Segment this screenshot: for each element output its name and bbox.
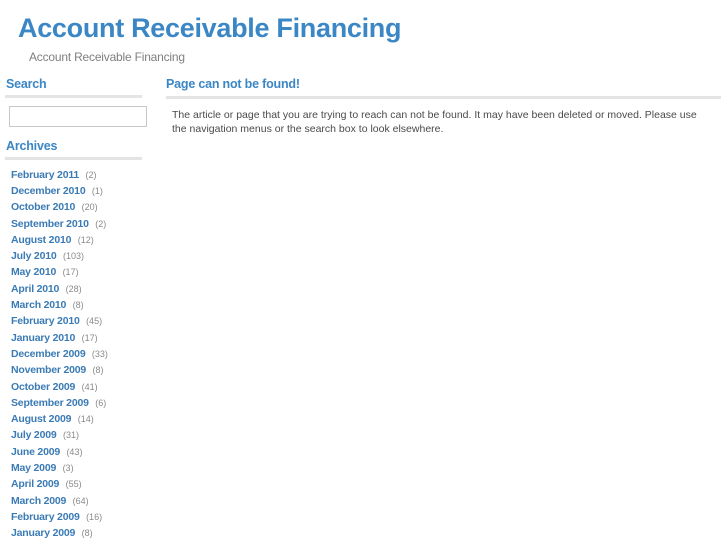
archive-link[interactable]: November 2009 [11,364,86,376]
archive-link[interactable]: May 2009 [11,462,56,474]
list-item: August 2009 (14) [3,412,150,425]
list-item: October 2010 (20) [3,200,150,213]
list-item: December 2010 (1) [3,184,150,197]
list-item: September 2010 (2) [3,217,150,230]
archive-count: (8) [72,300,84,311]
page-title: Page can not be found! [166,76,300,91]
search-input[interactable] [9,105,147,127]
main-columns: Search Archives February 2011 (2) Decembe… [0,77,727,545]
site-header: Account Receivable Financing Account Rec… [0,0,727,64]
list-item: June 2009 (43) [3,445,150,458]
archive-link[interactable]: January 2009 [11,527,75,539]
archive-count: (17) [62,267,79,278]
archive-link[interactable]: October 2009 [11,381,75,393]
list-item: May 2010 (17) [3,265,150,278]
content-body-text: The article or page that you are trying … [172,108,697,135]
archive-link[interactable]: February 2011 [11,169,79,181]
page-root: Account Receivable Financing Account Rec… [0,0,727,545]
list-item: July 2009 (31) [3,428,150,441]
archive-count: (28) [65,283,82,294]
list-item: March 2009 (64) [3,494,150,507]
archive-count: (41) [81,381,98,392]
list-item: April 2010 (28) [3,282,150,295]
site-title: Account Receivable Financing [18,13,402,43]
list-item: February 2011 (2) [3,168,150,181]
archive-link[interactable]: March 2009 [11,495,66,507]
content-area: Page can not be found! The article or pa… [150,77,727,136]
archive-link[interactable]: February 2009 [11,511,80,523]
list-item: October 2009 (41) [3,380,150,393]
archive-count: (20) [81,202,98,213]
archives-widget-title: Archives [6,138,58,153]
archive-link[interactable]: December 2009 [11,348,86,360]
archive-count: (8) [81,528,93,539]
list-item: September 2009 (6) [3,396,150,409]
archive-link[interactable]: April 2010 [11,283,59,295]
list-item: January 2009 (8) [3,526,150,539]
archive-count: (64) [72,495,89,506]
archive-link[interactable]: February 2010 [11,315,80,327]
archive-count: (1) [91,185,103,196]
archives-widget: Archives February 2011 (2) December 2010 … [3,139,150,545]
list-item: February 2009 (16) [3,510,150,523]
list-item: November 2009 (8) [3,363,150,376]
archive-count: (6) [95,397,107,408]
archive-count: (17) [81,332,98,343]
archive-count: (43) [66,446,83,457]
archive-link[interactable]: August 2010 [11,234,71,246]
archive-count: (14) [77,414,94,425]
archive-link[interactable]: September 2010 [11,218,89,230]
archive-count: (45) [86,316,103,327]
list-item: August 2010 (12) [3,233,150,246]
archive-count: (16) [86,511,103,522]
list-item: January 2010 (17) [3,331,150,344]
archive-count: (103) [62,251,84,262]
archive-link[interactable]: August 2009 [11,413,71,425]
archive-count: (8) [92,365,104,376]
archive-link[interactable]: September 2009 [11,397,89,409]
search-form [3,98,150,127]
search-widget: Search [3,77,150,127]
archive-link[interactable]: July 2009 [11,429,57,441]
list-item: December 2009 (33) [3,347,150,360]
list-item: February 2010 (45) [3,314,150,327]
archive-link[interactable]: December 2010 [11,185,86,197]
archive-count: (2) [95,218,107,229]
archive-count: (33) [91,348,108,359]
list-item: July 2010 (103) [3,249,150,262]
archive-list: February 2011 (2) December 2010 (1) Octobe… [3,168,150,545]
archive-count: (12) [77,234,94,245]
archive-count: (2) [85,169,97,180]
archive-link[interactable]: April 2009 [11,478,59,490]
archive-link[interactable]: July 2010 [11,250,57,262]
list-item: May 2009 (3) [3,461,150,474]
archive-link[interactable]: March 2010 [11,299,66,311]
archive-link[interactable]: October 2010 [11,201,75,213]
archives-widget-divider [5,156,142,160]
search-widget-title: Search [6,76,47,91]
sidebar: Search Archives February 2011 (2) Decembe… [0,77,150,545]
archive-count: (31) [62,430,79,441]
content-divider [166,95,721,99]
list-item: March 2010 (8) [3,298,150,311]
list-item: April 2009 (55) [3,477,150,490]
site-tagline: Account Receivable Financing [29,49,185,64]
archive-count: (3) [62,463,74,474]
archive-count: (55) [65,479,82,490]
archive-link[interactable]: June 2009 [11,446,60,458]
archive-link[interactable]: May 2010 [11,266,56,278]
archive-link[interactable]: January 2010 [11,332,75,344]
